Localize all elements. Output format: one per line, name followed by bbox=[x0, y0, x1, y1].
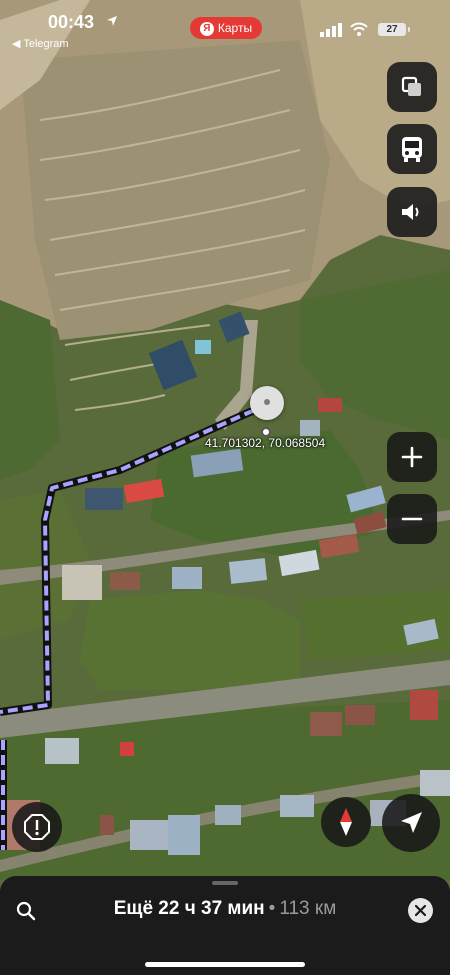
layers-icon bbox=[401, 76, 421, 96]
speaker-icon bbox=[402, 204, 419, 220]
zoom-out-button[interactable] bbox=[387, 494, 437, 544]
back-to-telegram[interactable]: ◀ Telegram bbox=[12, 37, 69, 50]
location-arrow-icon bbox=[107, 16, 117, 26]
back-chevron-icon: ◀ bbox=[12, 38, 21, 50]
zoom-in-button[interactable] bbox=[387, 432, 437, 482]
battery-indicator: 27 bbox=[378, 23, 410, 36]
my-location-button[interactable] bbox=[382, 794, 440, 852]
compass-icon bbox=[340, 808, 352, 836]
sound-button[interactable] bbox=[387, 187, 437, 237]
map-pin-icon[interactable] bbox=[250, 386, 284, 420]
navigation-arrow-icon bbox=[401, 812, 422, 833]
report-button[interactable] bbox=[12, 802, 62, 852]
layers-button[interactable] bbox=[387, 62, 437, 112]
route-summary-sheet[interactable]: Ещё 22 ч 37 мин • 113 км bbox=[0, 876, 450, 975]
status-time: 00:43 bbox=[48, 12, 95, 32]
close-icon bbox=[415, 905, 426, 916]
minus-icon bbox=[401, 517, 423, 521]
wifi-icon bbox=[350, 22, 368, 36]
alert-octagon-icon bbox=[24, 814, 50, 840]
eta-separator: • bbox=[268, 898, 276, 919]
remaining-time: 22 ч 37 мин bbox=[158, 898, 265, 919]
pin-coordinates: 41.701302, 70.068504 bbox=[205, 436, 326, 450]
transport-button[interactable] bbox=[387, 124, 437, 174]
home-indicator[interactable] bbox=[145, 962, 305, 967]
yandex-logo-icon: Я bbox=[199, 21, 214, 36]
app-indicator-pill[interactable]: Я Карты bbox=[190, 17, 262, 39]
route-distance: 113 км bbox=[279, 898, 337, 919]
plus-icon bbox=[401, 446, 423, 468]
status-bar: 00:43 ◀ Telegram Я Карты 27 bbox=[0, 0, 450, 60]
compass-button[interactable] bbox=[321, 797, 371, 847]
app-pill-label: Карты bbox=[217, 21, 253, 35]
sheet-grabber[interactable] bbox=[212, 881, 238, 885]
signal-icon bbox=[320, 23, 342, 37]
route-eta: Ещё 22 ч 37 мин • 113 км bbox=[0, 898, 450, 920]
back-app-label: Telegram bbox=[23, 38, 69, 50]
remaining-label: Ещё bbox=[113, 898, 154, 919]
close-route-button[interactable] bbox=[408, 898, 433, 923]
bus-icon bbox=[402, 137, 422, 162]
